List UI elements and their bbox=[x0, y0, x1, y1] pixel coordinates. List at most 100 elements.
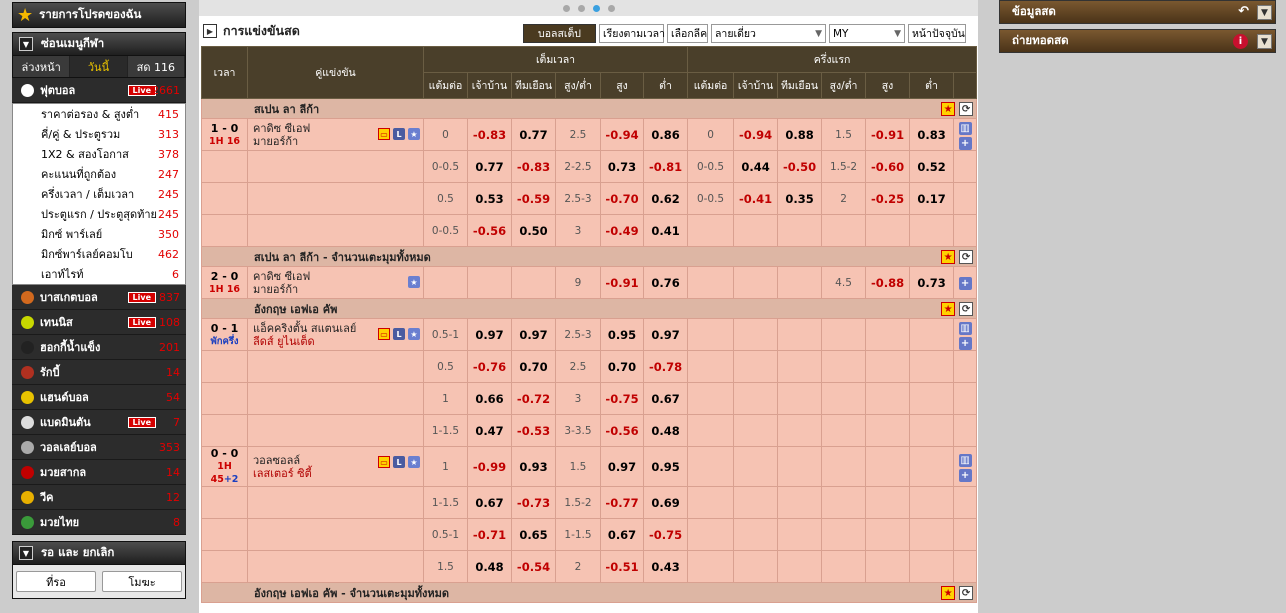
carousel-dot[interactable] bbox=[562, 4, 570, 12]
tv-icon[interactable]: ▭ bbox=[378, 328, 390, 340]
odds-cell[interactable]: 1 bbox=[423, 382, 468, 415]
odds-cell[interactable]: 0.70 bbox=[511, 350, 556, 383]
odds-cell[interactable]: 0.70 bbox=[600, 350, 644, 383]
chevron-down-icon[interactable]: ▼ bbox=[1257, 5, 1272, 20]
odds-cell[interactable]: 0.66 bbox=[467, 382, 512, 415]
odds-cell[interactable]: 0.41 bbox=[642, 214, 689, 247]
away-team[interactable]: มายอร์ก้า bbox=[253, 283, 423, 296]
odds-cell[interactable]: 0.52 bbox=[909, 150, 955, 183]
parlay-button[interactable]: บอลสเต็ป bbox=[523, 24, 596, 43]
void-button[interactable]: โมฆะ bbox=[102, 571, 182, 592]
sport-item[interactable]: มวยสากล 14 bbox=[12, 460, 186, 485]
odds-cell[interactable]: 0.73 bbox=[600, 150, 644, 183]
odds-cell[interactable]: 0.77 bbox=[467, 150, 512, 183]
waiting-header[interactable]: ▼ รอ และ ยกเลิก bbox=[12, 541, 186, 565]
submenu-item[interactable]: คะแนนที่ถูกต้อง 247 bbox=[13, 164, 185, 184]
sport-item[interactable]: วีค 12 bbox=[12, 485, 186, 510]
odds-cell[interactable]: -0.76 bbox=[467, 350, 512, 383]
odds-cell[interactable]: 2.5-3 bbox=[555, 318, 601, 351]
odds-cell[interactable]: 9 bbox=[555, 266, 601, 299]
favorite-star-icon[interactable]: ★ bbox=[941, 586, 956, 600]
submenu-item[interactable]: ครึ่งเวลา / เต็มเวลา 245 bbox=[13, 184, 185, 204]
carousel-dot[interactable] bbox=[577, 4, 585, 12]
odds-cell[interactable]: 2 bbox=[821, 182, 867, 215]
odds-type-select[interactable]: MY ▼ bbox=[829, 24, 905, 43]
odds-cell[interactable]: 0-0.5 bbox=[687, 182, 735, 215]
odds-cell[interactable]: -0.78 bbox=[642, 350, 689, 383]
odds-cell[interactable]: 0.95 bbox=[600, 318, 644, 351]
display-select[interactable]: ลายเดี่ยว ▼ bbox=[711, 24, 826, 43]
odds-cell[interactable]: -0.91 bbox=[865, 118, 911, 151]
home-team[interactable]: คาดิซ ซีเอฟ bbox=[253, 270, 423, 283]
odds-cell[interactable]: 0.88 bbox=[777, 118, 823, 151]
odds-cell[interactable]: 1.5 bbox=[423, 550, 468, 583]
odds-cell[interactable]: -0.56 bbox=[467, 214, 512, 247]
odds-cell[interactable]: 0.5 bbox=[423, 182, 468, 215]
odds-cell[interactable]: 2 bbox=[555, 550, 601, 583]
odds-cell[interactable]: -0.91 bbox=[600, 266, 644, 299]
odds-cell[interactable]: -0.50 bbox=[777, 150, 823, 183]
refresh-icon[interactable]: ⟳ bbox=[959, 302, 974, 316]
odds-cell[interactable]: 1-1.5 bbox=[423, 486, 468, 519]
odds-cell[interactable]: 0.86 bbox=[642, 118, 689, 151]
stats-icon[interactable]: ▥ bbox=[958, 121, 972, 135]
odds-cell[interactable]: -0.59 bbox=[511, 182, 556, 215]
odds-cell[interactable]: 0.67 bbox=[600, 518, 644, 551]
select-league-button[interactable]: เลือกลีค bbox=[667, 24, 708, 43]
odds-cell[interactable]: -0.51 bbox=[600, 550, 644, 583]
odds-cell[interactable]: 0.43 bbox=[642, 550, 689, 583]
odds-cell[interactable]: 0.17 bbox=[909, 182, 955, 215]
odds-cell[interactable]: 3 bbox=[555, 382, 601, 415]
favorites-header[interactable]: ★ รายการโปรดของฉัน bbox=[12, 2, 186, 28]
carousel-dot[interactable] bbox=[592, 4, 600, 12]
sport-item[interactable]: แบดมินตัน Live 7 bbox=[12, 410, 186, 435]
odds-cell[interactable]: -0.99 bbox=[467, 446, 512, 487]
league-header[interactable]: อังกฤษ เอฟเอ คัพ - จำนวนเตะมุมทั้งหมด ★ ⟳ bbox=[200, 582, 978, 603]
expand-plus-icon[interactable]: + bbox=[958, 468, 972, 482]
expand-plus-icon[interactable]: + bbox=[958, 277, 972, 290]
odds-cell[interactable]: -0.72 bbox=[511, 382, 556, 415]
star-icon[interactable]: ★ bbox=[408, 456, 420, 468]
refresh-icon[interactable]: ⟳ bbox=[959, 102, 974, 116]
live-bet-icon[interactable]: L bbox=[393, 328, 405, 340]
odds-cell[interactable]: -0.41 bbox=[733, 182, 779, 215]
hide-menu-header[interactable]: ▼ ซ่อนเมนูกีฬา bbox=[12, 32, 186, 56]
live-bet-icon[interactable]: L bbox=[393, 128, 405, 140]
sport-item[interactable]: แฮนด์บอล 54 bbox=[12, 385, 186, 410]
live-bet-icon[interactable]: L bbox=[393, 456, 405, 468]
carousel-dot[interactable] bbox=[607, 4, 615, 12]
odds-cell[interactable]: 0.47 bbox=[467, 414, 512, 447]
odds-cell[interactable]: 0.73 bbox=[909, 266, 955, 299]
expand-plus-icon[interactable]: + bbox=[958, 336, 972, 350]
odds-cell[interactable]: 1.5-2 bbox=[821, 150, 867, 183]
odds-cell[interactable]: 2.5 bbox=[555, 118, 601, 151]
odds-cell[interactable]: 0.48 bbox=[467, 550, 512, 583]
info-icon[interactable]: i bbox=[1233, 34, 1248, 49]
odds-cell[interactable]: 3-3.5 bbox=[555, 414, 601, 447]
submenu-item[interactable]: คี่/คู่ & ประตูรวม 313 bbox=[13, 124, 185, 144]
odds-cell[interactable]: 0.83 bbox=[909, 118, 955, 151]
odds-cell[interactable]: 1.5-2 bbox=[555, 486, 601, 519]
odds-cell[interactable]: 1.5 bbox=[821, 118, 867, 151]
odds-cell[interactable]: -0.88 bbox=[865, 266, 911, 299]
odds-cell[interactable]: 0 bbox=[687, 118, 735, 151]
odds-cell[interactable]: 0.5-1 bbox=[423, 518, 468, 551]
odds-cell[interactable]: 0.95 bbox=[642, 446, 689, 487]
odds-cell[interactable]: 0.67 bbox=[642, 382, 689, 415]
odds-cell[interactable]: 0.53 bbox=[467, 182, 512, 215]
odds-cell[interactable]: 0.48 bbox=[642, 414, 689, 447]
odds-cell[interactable]: 0.77 bbox=[511, 118, 556, 151]
submenu-item[interactable]: มิกซ์ พาร์เลย์ 350 bbox=[13, 224, 185, 244]
submenu-item[interactable]: ประตูแรก / ประตูสุดท้าย 245 bbox=[13, 204, 185, 224]
league-header[interactable]: อังกฤษ เอฟเอ คัพ ★ ⟳ bbox=[200, 298, 978, 319]
star-icon[interactable]: ★ bbox=[408, 276, 420, 288]
odds-cell[interactable]: 1 bbox=[423, 446, 468, 487]
odds-cell[interactable]: -0.77 bbox=[600, 486, 644, 519]
odds-cell[interactable]: -0.25 bbox=[865, 182, 911, 215]
odds-cell[interactable]: 0.97 bbox=[511, 318, 556, 351]
current-page-button[interactable]: หน้าปัจจุบัน bbox=[908, 24, 966, 43]
sport-item[interactable]: ฮอกกี้น้ำแข็ง 201 bbox=[12, 335, 186, 360]
odds-cell[interactable]: -0.75 bbox=[600, 382, 644, 415]
tab-early[interactable]: ล่วงหน้า bbox=[13, 56, 71, 77]
odds-cell[interactable]: 2-2.5 bbox=[555, 150, 601, 183]
